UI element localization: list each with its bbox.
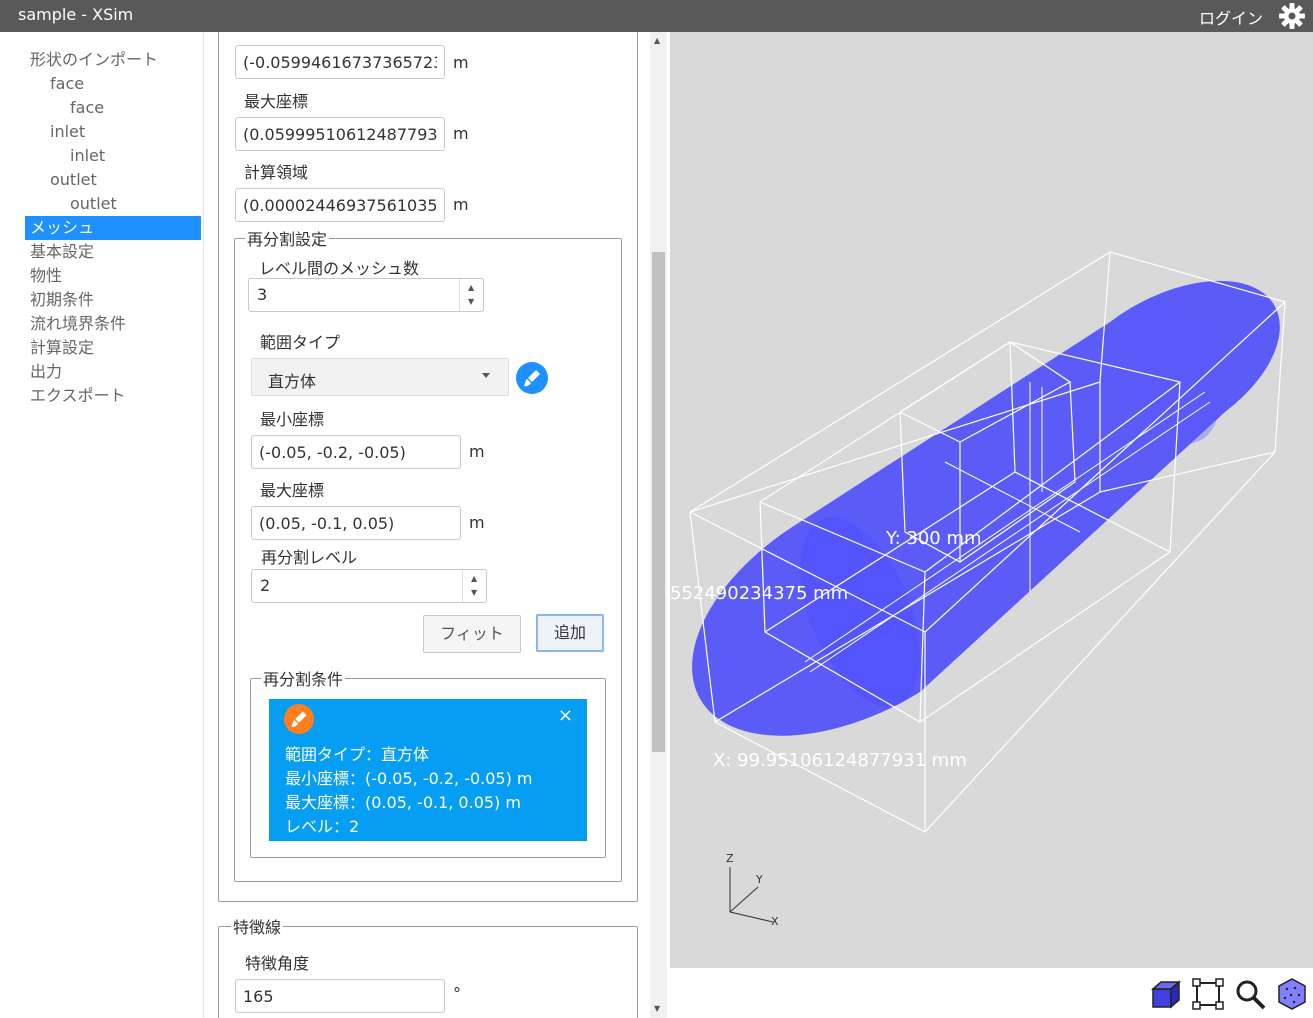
- z-dimension-label: 552490234375 mm: [670, 583, 849, 604]
- fit-button[interactable]: フィット: [423, 615, 521, 653]
- min-coord-field[interactable]: [235, 45, 445, 79]
- refine-settings-legend: 再分割設定: [247, 230, 328, 249]
- sidebar-item-inlet[interactable]: inlet: [0, 120, 203, 144]
- sidebar-item-calc-settings[interactable]: 計算設定: [0, 336, 203, 360]
- refine-condition-card[interactable]: × 範囲タイプ：直方体 最小座標：(-0.05, -0.2, -0.05) m …: [269, 699, 587, 841]
- title-bar: sample - XSim ログイン: [0, 0, 1313, 32]
- close-icon[interactable]: ×: [558, 705, 573, 726]
- max-coord-label: 最大座標: [244, 92, 309, 111]
- 3d-scene: Z Y X: [689, 251, 1286, 928]
- brush-icon[interactable]: [516, 362, 548, 394]
- mesh-between-levels-label: レベル間のメッシュ数: [259, 259, 420, 278]
- fit-view-icon[interactable]: [1191, 977, 1225, 1011]
- domain-label: 計算領域: [244, 163, 309, 182]
- refine-min-label: 最小座標: [260, 410, 325, 429]
- domain-field[interactable]: [235, 188, 445, 222]
- max-coord-unit: m: [453, 124, 469, 143]
- sidebar-item-outlet-child[interactable]: outlet: [0, 192, 203, 216]
- sidebar-item-properties[interactable]: 物性: [0, 264, 203, 288]
- mesh-view-icon[interactable]: [1275, 977, 1309, 1011]
- 3d-viewer[interactable]: Z Y X Y: 300 mm 552490234375 mm X: 99.95…: [670, 32, 1313, 968]
- sidebar-item-output[interactable]: 出力: [0, 360, 203, 384]
- sidebar-item-outlet[interactable]: outlet: [0, 168, 203, 192]
- sidebar-item-face[interactable]: face: [0, 72, 203, 96]
- sidebar-item-import[interactable]: 形状のインポート: [0, 48, 203, 72]
- mesh-settings-panel: m 最大座標 m 計算領域 m 再分割設定 レベル間のメッシュ数 3 ▲ ▼ 範…: [204, 32, 650, 1018]
- axis-y-label: Y: [755, 873, 763, 886]
- refine-max-unit: m: [469, 513, 485, 532]
- condition-range-type: 範囲タイプ：直方体: [285, 745, 430, 764]
- mesh-between-levels-value: 3: [257, 285, 268, 304]
- sidebar-item-face-child[interactable]: face: [0, 96, 203, 120]
- range-type-value: 直方体: [268, 372, 317, 391]
- sidebar-nav: 形状のインポート face face inlet inlet outlet ou…: [0, 48, 203, 408]
- refine-max-field[interactable]: [251, 506, 461, 540]
- sidebar: 形状のインポート face face inlet inlet outlet ou…: [0, 32, 204, 1018]
- refine-level-label: 再分割レベル: [261, 548, 358, 567]
- sidebar-item-basic-settings[interactable]: 基本設定: [0, 240, 203, 264]
- form-scrollbar[interactable]: ▲ ▼: [650, 32, 667, 1018]
- cylinder-shape: [692, 280, 1280, 736]
- scroll-up-icon[interactable]: ▲: [654, 36, 660, 45]
- sidebar-item-inlet-child[interactable]: inlet: [0, 144, 203, 168]
- sidebar-item-export[interactable]: エクスポート: [0, 384, 203, 408]
- scroll-down-icon[interactable]: ▼: [654, 1004, 660, 1013]
- stepper-up-icon[interactable]: ▲: [468, 283, 474, 292]
- axis-gizmo: [729, 867, 774, 923]
- stepper-down-icon[interactable]: ▼: [468, 297, 474, 306]
- refine-max-label: 最大座標: [260, 481, 325, 500]
- feature-angle-unit: °: [453, 984, 461, 1003]
- stepper-up-icon[interactable]: ▲: [471, 574, 477, 583]
- viewer-toolbar: [1145, 972, 1313, 1016]
- y-dimension-label: Y: 300 mm: [886, 528, 982, 549]
- mesh-between-levels-stepper[interactable]: 3 ▲ ▼: [248, 278, 484, 312]
- sidebar-item-initial-conditions[interactable]: 初期条件: [0, 288, 203, 312]
- domain-unit: m: [453, 195, 469, 214]
- app-title: sample - XSim: [18, 5, 134, 24]
- scrollbar-thumb[interactable]: [652, 252, 665, 752]
- stepper-down-icon[interactable]: ▼: [471, 588, 477, 597]
- min-coord-unit: m: [453, 53, 469, 72]
- refine-conditions-legend: 再分割条件: [263, 670, 344, 689]
- sidebar-item-flow-boundary[interactable]: 流れ境界条件: [0, 312, 203, 336]
- zoom-icon[interactable]: [1233, 977, 1267, 1011]
- range-type-select[interactable]: 直方体: [251, 358, 509, 396]
- gear-icon[interactable]: [1277, 1, 1307, 31]
- sidebar-item-mesh[interactable]: メッシュ: [25, 216, 201, 240]
- axis-z-label: Z: [726, 852, 734, 865]
- refine-min-unit: m: [469, 442, 485, 461]
- chevron-down-icon: [482, 373, 490, 378]
- refine-level-stepper[interactable]: 2 ▲ ▼: [251, 569, 487, 603]
- login-link[interactable]: ログイン: [1199, 5, 1263, 29]
- refine-min-field[interactable]: [251, 435, 461, 469]
- stepper-arrows[interactable]: ▲ ▼: [462, 570, 486, 602]
- refine-level-value: 2: [260, 576, 271, 595]
- stepper-arrows[interactable]: ▲ ▼: [459, 279, 483, 311]
- brush-icon: [284, 704, 314, 734]
- feature-angle-label: 特徴角度: [245, 954, 310, 973]
- axis-x-label: X: [771, 915, 779, 928]
- x-dimension-label: X: 99.95106124877931 mm: [713, 750, 967, 771]
- feature-lines-legend: 特徴線: [233, 918, 282, 937]
- max-coord-field[interactable]: [235, 117, 445, 151]
- solid-view-icon[interactable]: [1149, 977, 1183, 1011]
- range-type-label: 範囲タイプ: [260, 333, 341, 352]
- condition-level: レベル：2: [285, 817, 360, 836]
- condition-max-coord: 最大座標：(0.05, -0.1, 0.05) m: [285, 793, 521, 812]
- add-button[interactable]: 追加: [536, 614, 604, 652]
- feature-angle-field[interactable]: [235, 979, 445, 1013]
- condition-min-coord: 最小座標：(-0.05, -0.2, -0.05) m: [285, 769, 533, 788]
